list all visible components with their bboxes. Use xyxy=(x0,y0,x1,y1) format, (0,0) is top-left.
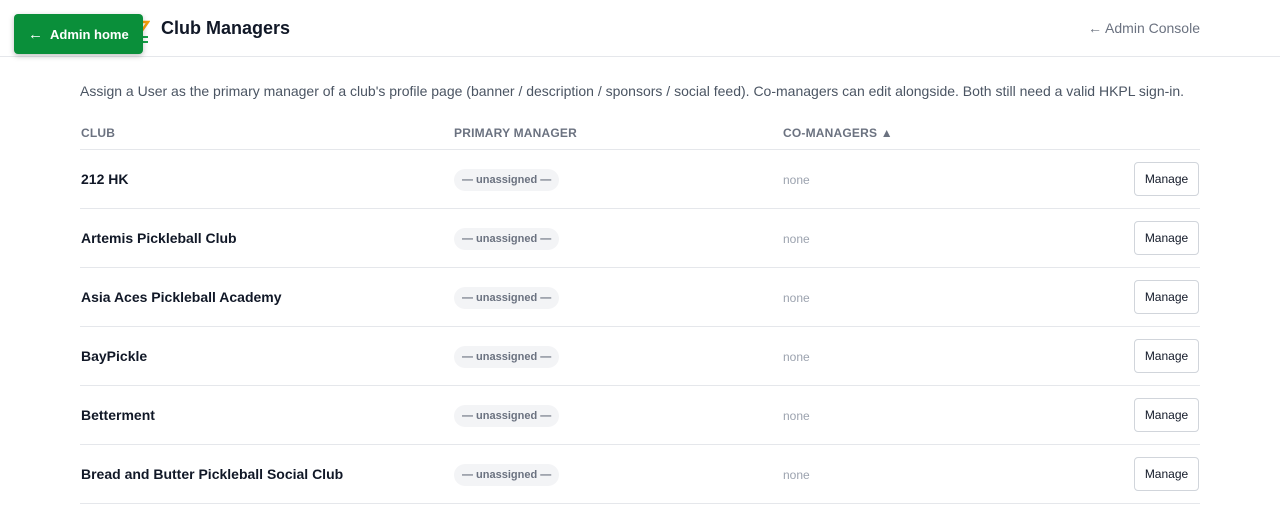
manage-button[interactable]: Manage xyxy=(1134,457,1199,491)
primary-manager-badge: — unassigned — xyxy=(454,228,560,250)
admin-home-label: Admin home xyxy=(50,26,129,42)
table-row: Asia Aces Pickleball Academy — unassigne… xyxy=(80,268,1200,327)
table-row: Artemis Pickleball Club — unassigned — n… xyxy=(80,209,1200,268)
top-header: Club Managers ← Admin Console xyxy=(0,0,1280,57)
co-managers-value: none xyxy=(783,409,810,423)
club-name: Artemis Pickleball Club xyxy=(81,230,237,246)
manage-button[interactable]: Manage xyxy=(1134,398,1199,432)
primary-manager-badge: — unassigned — xyxy=(454,464,560,486)
primary-manager-badge: — unassigned — xyxy=(454,287,560,309)
intro-text: Assign a User as the primary manager of … xyxy=(80,83,1185,99)
manage-button[interactable]: Manage xyxy=(1134,162,1199,196)
co-managers-value: none xyxy=(783,232,810,246)
table-row: BayPickle — unassigned — none Manage xyxy=(80,327,1200,386)
primary-manager-badge: — unassigned — xyxy=(454,169,560,191)
table-row: 212 HK — unassigned — none Manage xyxy=(80,150,1200,209)
club-name: Asia Aces Pickleball Academy xyxy=(81,289,282,305)
club-name: BayPickle xyxy=(81,348,148,364)
manage-button[interactable]: Manage xyxy=(1134,280,1199,314)
club-managers-table: CLUB PRIMARY MANAGER CO-MANAGERS ▲ 212 H… xyxy=(80,116,1200,504)
club-name: Bread and Butter Pickleball Social Club xyxy=(81,466,344,482)
manage-button[interactable]: Manage xyxy=(1134,221,1199,255)
table-row: Betterment — unassigned — none Manage xyxy=(80,386,1200,445)
table-header: CLUB PRIMARY MANAGER CO-MANAGERS ▲ xyxy=(80,116,1200,150)
admin-home-button[interactable]: ← Admin home xyxy=(14,14,143,54)
column-header-primary-manager: PRIMARY MANAGER xyxy=(454,126,578,140)
column-header-club: CLUB xyxy=(81,126,116,140)
co-managers-value: none xyxy=(783,468,810,482)
co-managers-value: none xyxy=(783,291,810,305)
co-managers-value: none xyxy=(783,350,810,364)
table-row: Bread and Butter Pickleball Social Club … xyxy=(80,445,1200,504)
column-header-co-managers[interactable]: CO-MANAGERS ▲ xyxy=(783,126,893,140)
club-name: Betterment xyxy=(81,407,155,423)
admin-console-link[interactable]: ← Admin Console xyxy=(1088,19,1200,37)
primary-manager-badge: — unassigned — xyxy=(454,346,560,368)
co-managers-value: none xyxy=(783,173,810,187)
manage-button[interactable]: Manage xyxy=(1134,339,1199,373)
club-name: 212 HK xyxy=(81,171,129,187)
page-title: Club Managers xyxy=(161,18,291,38)
back-arrow-icon: ← xyxy=(28,25,43,43)
primary-manager-badge: — unassigned — xyxy=(454,405,560,427)
